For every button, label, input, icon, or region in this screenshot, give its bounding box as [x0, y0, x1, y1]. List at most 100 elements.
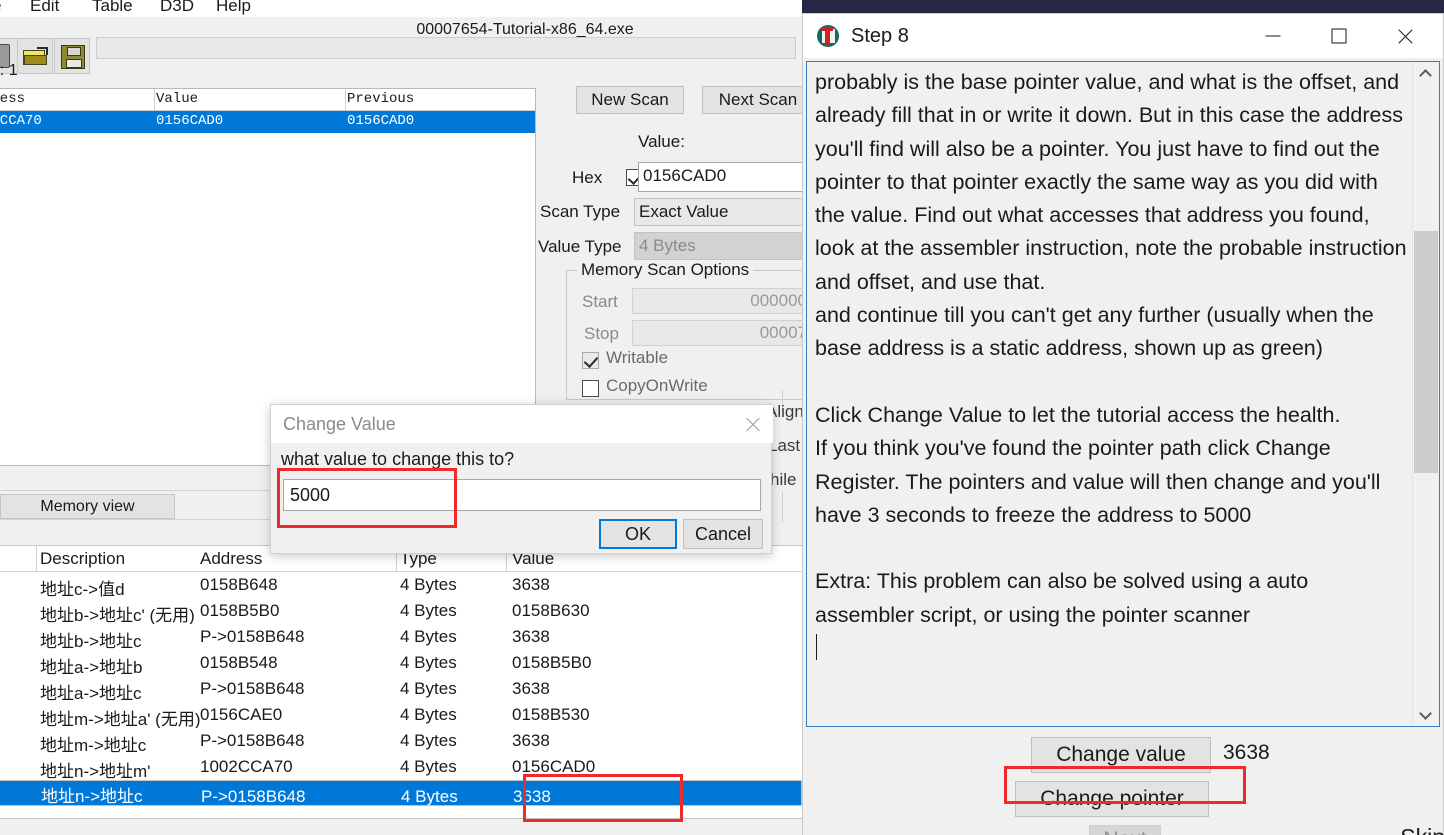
menu-bar: e Edit Table D3D Help	[0, 0, 802, 17]
row-type: 4 Bytes	[400, 627, 457, 646]
tutorial-footer: Change value 3638 Change pointer Next Sk…	[803, 729, 1444, 835]
cheat-engine-logo-icon	[817, 25, 841, 47]
address-table-body: 地址c->值d 0158B648 4 Bytes 3638 地址b->地址c' (无用)…	[0, 572, 802, 806]
menu-item-edit[interactable]: Edit	[30, 0, 59, 16]
scan-row-previous: 0156CAD0	[347, 113, 415, 129]
row-value: 3638	[512, 731, 550, 750]
menu-item-help[interactable]: Help	[216, 0, 251, 16]
row-value: 3638	[512, 575, 550, 594]
start-input[interactable]: 000000	[632, 288, 802, 314]
menu-item-file[interactable]: e	[0, 0, 1, 16]
table-row[interactable]: 地址m->地址a' (无用) 0156CAE0 4 Bytes 0158B530	[0, 702, 802, 729]
value-label: Value:	[638, 132, 685, 151]
row-description: 地址m->地址a' (无用)	[40, 710, 201, 729]
change-value-button[interactable]: Change value	[1031, 737, 1211, 773]
row-address: P->0158B648	[200, 627, 305, 646]
scrollbar-thumb[interactable]	[1414, 231, 1438, 473]
minimize-icon	[1265, 35, 1281, 37]
scan-row-value: 0156CAD0	[156, 113, 224, 129]
tutorial-titlebar: Step 8	[803, 14, 1443, 58]
start-label: Start	[582, 292, 618, 311]
save-disk-icon	[61, 45, 85, 69]
scroll-up-button[interactable]	[1413, 63, 1439, 87]
table-row[interactable]: 地址a->地址b 0158B548 4 Bytes 0158B5B0	[0, 650, 802, 677]
scroll-down-button[interactable]	[1413, 703, 1439, 726]
tutorial-scrollbar[interactable]	[1412, 63, 1439, 726]
column-header-previous[interactable]: Previous	[347, 91, 414, 107]
folder-open-icon	[23, 47, 49, 66]
scan-value-input[interactable]: 0156CAD0	[638, 162, 802, 192]
column-header-address[interactable]: Address	[200, 549, 262, 569]
row-type: 4 Bytes	[400, 575, 457, 594]
row-type: 4 Bytes	[400, 679, 457, 698]
save-file-button[interactable]	[54, 38, 90, 74]
close-button[interactable]	[1373, 14, 1437, 58]
table-row[interactable]: 地址a->地址c P->0158B648 4 Bytes 3638	[0, 676, 802, 703]
address-table[interactable]: tive Description Address Type Value 地址c-…	[0, 545, 802, 835]
column-header-description[interactable]: Description	[40, 549, 125, 569]
tutorial-window: Step 8 probably is the base pointer valu…	[802, 13, 1444, 835]
row-description: 地址b->地址c' (无用)	[40, 606, 195, 625]
minimize-button[interactable]	[1241, 14, 1305, 58]
column-header-address[interactable]: dress	[0, 91, 25, 107]
change-value-prompt: what value to change this to?	[281, 449, 515, 469]
row-description: 地址a->地址b	[40, 658, 143, 677]
ok-button[interactable]: OK	[599, 519, 677, 549]
close-icon	[1396, 27, 1414, 45]
row-address: 0158B5B0	[200, 601, 280, 620]
column-header-value[interactable]: Value	[156, 91, 198, 107]
menu-item-table[interactable]: Table	[92, 0, 133, 16]
table-row[interactable]: 地址n->地址m' 1002CCA70 4 Bytes 0156CAD0	[0, 754, 802, 781]
row-value: 0158B5B0	[512, 653, 592, 672]
next-button[interactable]: Next	[1089, 825, 1161, 835]
current-value-display: 3638	[1223, 741, 1270, 764]
row-value: 3638	[512, 627, 550, 646]
close-icon[interactable]	[743, 415, 763, 435]
row-type: 4 Bytes	[400, 705, 457, 724]
maximize-button[interactable]	[1307, 14, 1371, 58]
scan-type-label: Scan Type	[540, 202, 621, 221]
toolbar-progress-field	[96, 37, 796, 59]
row-description: 地址b->地址c	[40, 632, 142, 651]
memory-view-button[interactable]: Memory view	[0, 494, 175, 519]
change-pointer-button[interactable]: Change pointer	[1015, 781, 1209, 817]
table-row[interactable]: 地址m->地址c P->0158B648 4 Bytes 3638	[0, 728, 802, 755]
row-description: 地址n->地址m'	[40, 762, 151, 781]
skip-link[interactable]: Skip	[1400, 824, 1444, 835]
next-scan-button[interactable]: Next Scan	[702, 86, 802, 114]
text-caret	[816, 634, 817, 660]
row-address: 0158B648	[200, 575, 278, 594]
value-type-select[interactable]: 4 Bytes	[634, 232, 802, 260]
scan-result-row[interactable]: 02CCA70 0156CAD0 0156CAD0	[0, 111, 535, 133]
row-type: 4 Bytes	[401, 787, 458, 806]
table-row[interactable]: 地址n->地址c P->0158B648 4 Bytes 3638	[0, 780, 802, 806]
stop-input[interactable]: 00007	[632, 320, 802, 346]
row-address: P->0158B648	[200, 731, 305, 750]
stop-label: Stop	[584, 324, 619, 343]
row-value: 0158B530	[512, 705, 590, 724]
table-row[interactable]: 地址b->地址c P->0158B648 4 Bytes 3638	[0, 624, 802, 651]
change-value-titlebar: Change Value	[271, 405, 773, 443]
change-value-dialog: Change Value what value to change this t…	[270, 404, 773, 554]
scan-type-select[interactable]: Exact Value	[634, 198, 802, 226]
row-value: 0158B630	[512, 601, 590, 620]
row-description: 地址a->地址c	[40, 684, 142, 703]
tutorial-body-text: probably is the base pointer value, and …	[815, 70, 1407, 627]
copyonwrite-checkbox[interactable]	[582, 380, 599, 397]
table-row[interactable]: 地址c->值d 0158B648 4 Bytes 3638	[0, 572, 802, 599]
cancel-button[interactable]: Cancel	[683, 519, 763, 549]
cheat-engine-window: e Edit Table D3D Help 00007654-Tutorial-…	[0, 0, 802, 835]
open-file-button[interactable]	[17, 38, 53, 74]
new-scan-button[interactable]: New Scan	[576, 86, 684, 114]
maximize-icon	[1331, 28, 1347, 44]
change-value-input[interactable]: 5000	[283, 479, 761, 511]
row-type: 4 Bytes	[400, 757, 457, 776]
menu-item-d3d[interactable]: D3D	[160, 0, 194, 16]
writable-checkbox[interactable]	[582, 352, 599, 369]
row-type: 4 Bytes	[400, 601, 457, 620]
row-address: P->0158B648	[201, 787, 306, 806]
tutorial-text-area[interactable]: probably is the base pointer value, and …	[806, 61, 1440, 727]
scan-results-header: dress Value Previous	[0, 89, 535, 111]
table-row[interactable]: 地址b->地址c' (无用) 0158B5B0 4 Bytes 0158B630	[0, 598, 802, 625]
row-value: 3638	[513, 787, 551, 806]
